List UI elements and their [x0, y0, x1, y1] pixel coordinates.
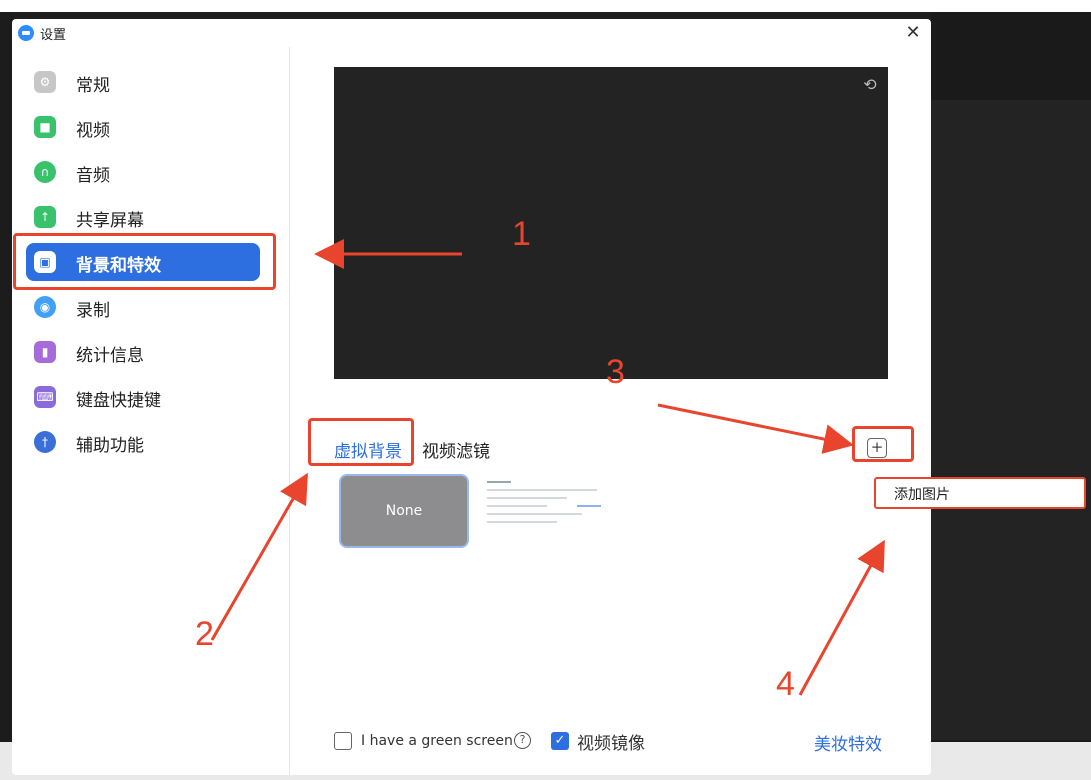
background-none-option[interactable]: None — [339, 474, 469, 548]
sidebar-item-label: 统计信息 — [76, 346, 144, 366]
annotation-number-1: 1 — [512, 215, 531, 253]
sidebar-item-share-screen[interactable]: ↑ 共享屏幕 — [26, 198, 260, 236]
plus-icon: + — [870, 438, 884, 456]
settings-sidebar: ⚙ 常规 ■ 视频 ∩ 音频 ↑ 共享屏幕 ▣ 背景和特效 ◉ 录制 ▮ 统计信… — [12, 47, 290, 775]
sidebar-item-label: 键盘快捷键 — [76, 391, 161, 411]
title-bar: 设置 ✕ — [12, 19, 931, 47]
sidebar-item-label: 常规 — [76, 76, 110, 96]
sidebar-item-background-effects[interactable]: ▣ 背景和特效 — [26, 243, 260, 281]
keyboard-icon: ⌨ — [34, 386, 56, 408]
help-icon[interactable]: ? — [514, 732, 531, 749]
annotation-number-2: 2 — [195, 615, 214, 653]
sidebar-item-video[interactable]: ■ 视频 — [26, 108, 260, 146]
close-button[interactable]: ✕ — [901, 21, 925, 45]
sidebar-item-recording[interactable]: ◉ 录制 — [26, 288, 260, 326]
mirror-video-checkbox[interactable]: ✓ — [551, 732, 569, 750]
sidebar-item-label: 录制 — [76, 301, 110, 321]
check-icon: ✓ — [554, 733, 566, 748]
background-left — [0, 12, 12, 752]
tab-virtual-background[interactable]: 虚拟背景 — [334, 437, 402, 466]
camera-icon: ■ — [34, 116, 56, 138]
close-icon: ✕ — [905, 22, 921, 43]
sidebar-item-label: 共享屏幕 — [76, 211, 144, 231]
bottom-options: I have a green screen ? ✓ 视频镜像 美妆特效 — [12, 727, 931, 755]
sidebar-item-label: 视频 — [76, 121, 110, 141]
accessibility-icon: † — [34, 431, 56, 453]
sidebar-item-accessibility[interactable]: † 辅助功能 — [26, 423, 260, 461]
rotate-icon[interactable]: ⟲ — [860, 75, 880, 95]
annotation-number-4: 4 — [776, 665, 795, 703]
portrait-icon: ▣ — [34, 251, 56, 273]
add-image-label: 添加图片 — [894, 487, 950, 503]
tab-video-filter[interactable]: 视频滤镜 — [422, 437, 490, 462]
record-icon: ◉ — [34, 296, 56, 318]
mirror-video-label: 视频镜像 — [577, 734, 645, 754]
zoom-logo-icon — [18, 25, 34, 41]
stats-icon: ▮ — [34, 341, 56, 363]
video-preview: ⟲ — [334, 67, 888, 379]
annotation-number-3: 3 — [606, 353, 625, 391]
sidebar-item-label: 辅助功能 — [76, 436, 144, 456]
sidebar-item-audio[interactable]: ∩ 音频 — [26, 153, 260, 191]
share-screen-icon: ↑ — [34, 206, 56, 228]
green-screen-label: I have a green screen — [361, 733, 513, 749]
background-image-option[interactable] — [477, 475, 607, 549]
settings-window: 设置 ✕ ⚙ 常规 ■ 视频 ∩ 音频 ↑ 共享屏幕 ▣ 背景和特效 ◉ 录制 … — [12, 19, 931, 775]
sidebar-item-keyboard-shortcuts[interactable]: ⌨ 键盘快捷键 — [26, 378, 260, 416]
headphones-icon: ∩ — [34, 161, 56, 183]
beauty-effects-link[interactable]: 美妆特效 — [814, 730, 882, 755]
add-background-button[interactable]: + — [867, 438, 887, 458]
gear-icon: ⚙ — [34, 71, 56, 93]
sidebar-item-label: 背景和特效 — [76, 256, 161, 276]
background-top — [0, 0, 1091, 12]
green-screen-checkbox[interactable] — [334, 732, 352, 750]
sidebar-item-statistics[interactable]: ▮ 统计信息 — [26, 333, 260, 371]
add-image-menu-item[interactable]: 添加图片 — [874, 477, 1086, 509]
sidebar-item-label: 音频 — [76, 166, 110, 186]
window-title: 设置 — [40, 28, 67, 43]
background-app-panel — [931, 100, 1091, 740]
sidebar-item-general[interactable]: ⚙ 常规 — [26, 63, 260, 101]
